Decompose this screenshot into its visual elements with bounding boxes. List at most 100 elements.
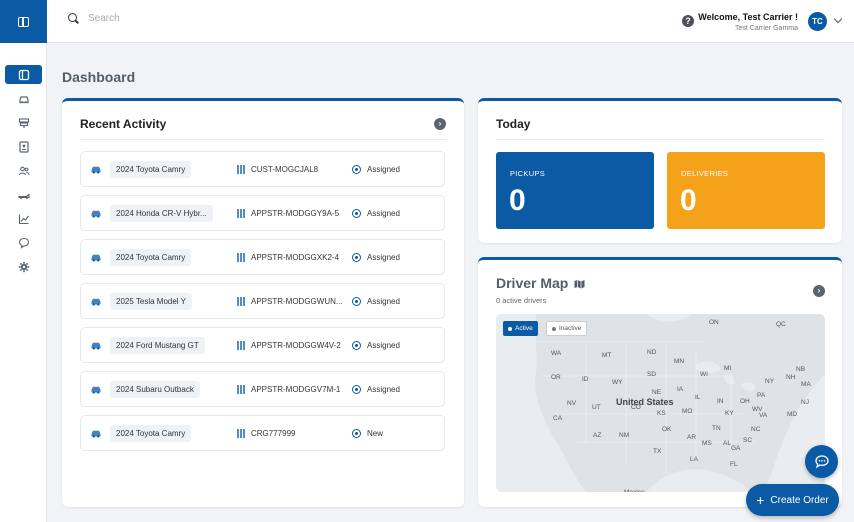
status-icon (352, 429, 361, 438)
recent-activity-card: Recent Activity › 2024 Toyota Camry CUST-… (62, 98, 464, 507)
id-card-icon (18, 140, 29, 153)
create-order-label: Create Order (770, 494, 829, 506)
avatar[interactable]: TC (808, 12, 827, 31)
car-icon (91, 166, 101, 174)
activity-row[interactable]: 2025 Tesla Model Y APPSTR-MODGGWUN... Assi… (80, 283, 445, 319)
map-region-label: MD (787, 411, 798, 418)
legend-inactive[interactable]: Inactive (546, 321, 588, 336)
driver-map-arrow-icon[interactable]: › (813, 285, 825, 297)
car-icon (91, 254, 101, 262)
status-icon (352, 253, 361, 262)
sidebar-item-drivers[interactable] (5, 161, 42, 180)
map-region-label: MO (682, 408, 693, 415)
dashboard-icon (18, 69, 29, 80)
divider (80, 139, 446, 140)
map-region-label: WY (612, 379, 623, 386)
map-region-label: CA (553, 415, 563, 422)
map-region-label: OR (551, 374, 561, 381)
map-region-label: NM (619, 432, 630, 439)
activity-row[interactable]: 2024 Subaru Outback APPSTR-MODGGV7M-1 Assi… (80, 371, 445, 407)
today-title: Today (496, 117, 531, 131)
map-region-label: MN (674, 358, 685, 365)
car-icon (91, 298, 101, 306)
order-number: CUST-MOGCJAL8 (251, 165, 319, 174)
pickups-value: 0 (509, 184, 526, 217)
map-region-label: IA (677, 386, 684, 393)
page-title: Dashboard (62, 69, 136, 85)
map-icon (574, 280, 585, 289)
create-order-button[interactable]: + Create Order (746, 484, 839, 516)
sidebar-item-settings[interactable] (5, 257, 42, 276)
vehicle-name: 2025 Tesla Model Y (110, 293, 192, 310)
today-card: Today PICKUPS 0 DELIVERIES 0 (478, 98, 842, 243)
map-region-label: MA (801, 381, 811, 388)
map-country-label: United States (616, 397, 674, 407)
legend-active[interactable]: Active (503, 321, 538, 336)
map-region-label: NY (765, 378, 775, 385)
pickups-tile[interactable]: PICKUPS 0 (496, 152, 654, 229)
sidebar-item-reports[interactable] (5, 209, 42, 228)
active-drivers-count: 0 active drivers (496, 296, 547, 305)
map-region-label: AL (723, 440, 731, 447)
inactive-dot-icon (552, 326, 556, 331)
map-region-label: NV (567, 400, 577, 407)
user-info: Welcome, Test Carrier ! Test Carrier Gam… (698, 12, 798, 32)
vehicle-name: 2024 Toyota Camry (110, 161, 192, 178)
status-text: New (367, 429, 384, 438)
chevron-down-icon[interactable] (833, 14, 843, 24)
map-region-label: PA (757, 392, 766, 399)
map-region-label: WI (700, 371, 708, 378)
barcode-icon (237, 385, 246, 394)
map-region-label: OH (740, 398, 750, 405)
map-region-label: WA (551, 350, 562, 357)
order-number: APPSTR-MODGGWUN... (251, 297, 343, 306)
activity-row[interactable]: 2024 Toyota Camry CRG777999 New (80, 415, 445, 451)
sidebar-item-documents[interactable] (5, 137, 42, 156)
sidebar-item-messages[interactable] (5, 233, 42, 252)
order-number: CRG777999 (251, 429, 296, 438)
recent-activity-title: Recent Activity (80, 117, 167, 131)
vehicle-name: 2024 Ford Mustang GT (110, 337, 205, 354)
map-region-label: MS (702, 440, 712, 447)
deliveries-tile[interactable]: DELIVERIES 0 (667, 152, 825, 229)
map-region-label: AZ (593, 432, 602, 439)
order-number: APPSTR-MODGGV7M-1 (251, 385, 341, 394)
activity-row[interactable]: 2024 Ford Mustang GT APPSTR-MODGGW4V-2 Ass… (80, 327, 445, 363)
status-icon (352, 341, 361, 350)
recent-activity-arrow-icon[interactable]: › (434, 118, 446, 130)
sidebar-toggle-button[interactable] (0, 0, 47, 43)
chat-icon (18, 237, 29, 249)
sidebar-item-dashboard[interactable] (5, 65, 42, 84)
status-text: Assigned (367, 385, 400, 394)
activity-row[interactable]: 2024 Honda CR-V Hybr... APPSTR-MODGGY9A-5… (80, 195, 445, 231)
sidebar-item-trucks[interactable] (5, 185, 42, 204)
users-icon (18, 166, 29, 175)
activity-row[interactable]: 2024 Toyota Camry CUST-MOGCJAL8 Assigned (80, 151, 445, 187)
activity-row[interactable]: 2024 Toyota Camry APPSTR-MODGGXK2-4 Assign… (80, 239, 445, 275)
car-icon (18, 95, 29, 103)
order-number: APPSTR-MODGGXK2-4 (251, 253, 340, 262)
help-icon[interactable]: ? (682, 15, 694, 27)
order-number: APPSTR-MODGGW4V-2 (251, 341, 341, 350)
map-region-label: GA (731, 445, 741, 452)
top-bar: ? Welcome, Test Carrier ! Test Carrier G… (0, 0, 854, 43)
map-region-label: LA (690, 456, 698, 463)
sidebar-item-vehicles[interactable] (5, 89, 42, 108)
map-region-label: KY (725, 410, 734, 417)
map-region-label: NJ (801, 399, 809, 406)
map-region-label: Mexico (624, 489, 645, 492)
status-text: Assigned (367, 253, 400, 262)
vehicle-name: 2024 Toyota Camry (110, 249, 192, 266)
driver-map[interactable]: Active Inactive ON QC WA MT ND MN NB OR ID WY SD WI… (496, 314, 825, 492)
map-region-label: VA (759, 412, 768, 419)
map-region-label: KS (657, 410, 666, 417)
barcode-icon (237, 165, 246, 174)
chat-button[interactable] (805, 445, 838, 478)
order-number: APPSTR-MODGGY9A-5 (251, 209, 340, 218)
chart-icon (18, 214, 29, 224)
search-input[interactable] (88, 13, 288, 24)
welcome-text: Welcome, Test Carrier ! (698, 12, 798, 22)
sidebar-item-routes[interactable] (5, 113, 42, 132)
divider (496, 139, 825, 140)
car-icon (91, 342, 101, 350)
